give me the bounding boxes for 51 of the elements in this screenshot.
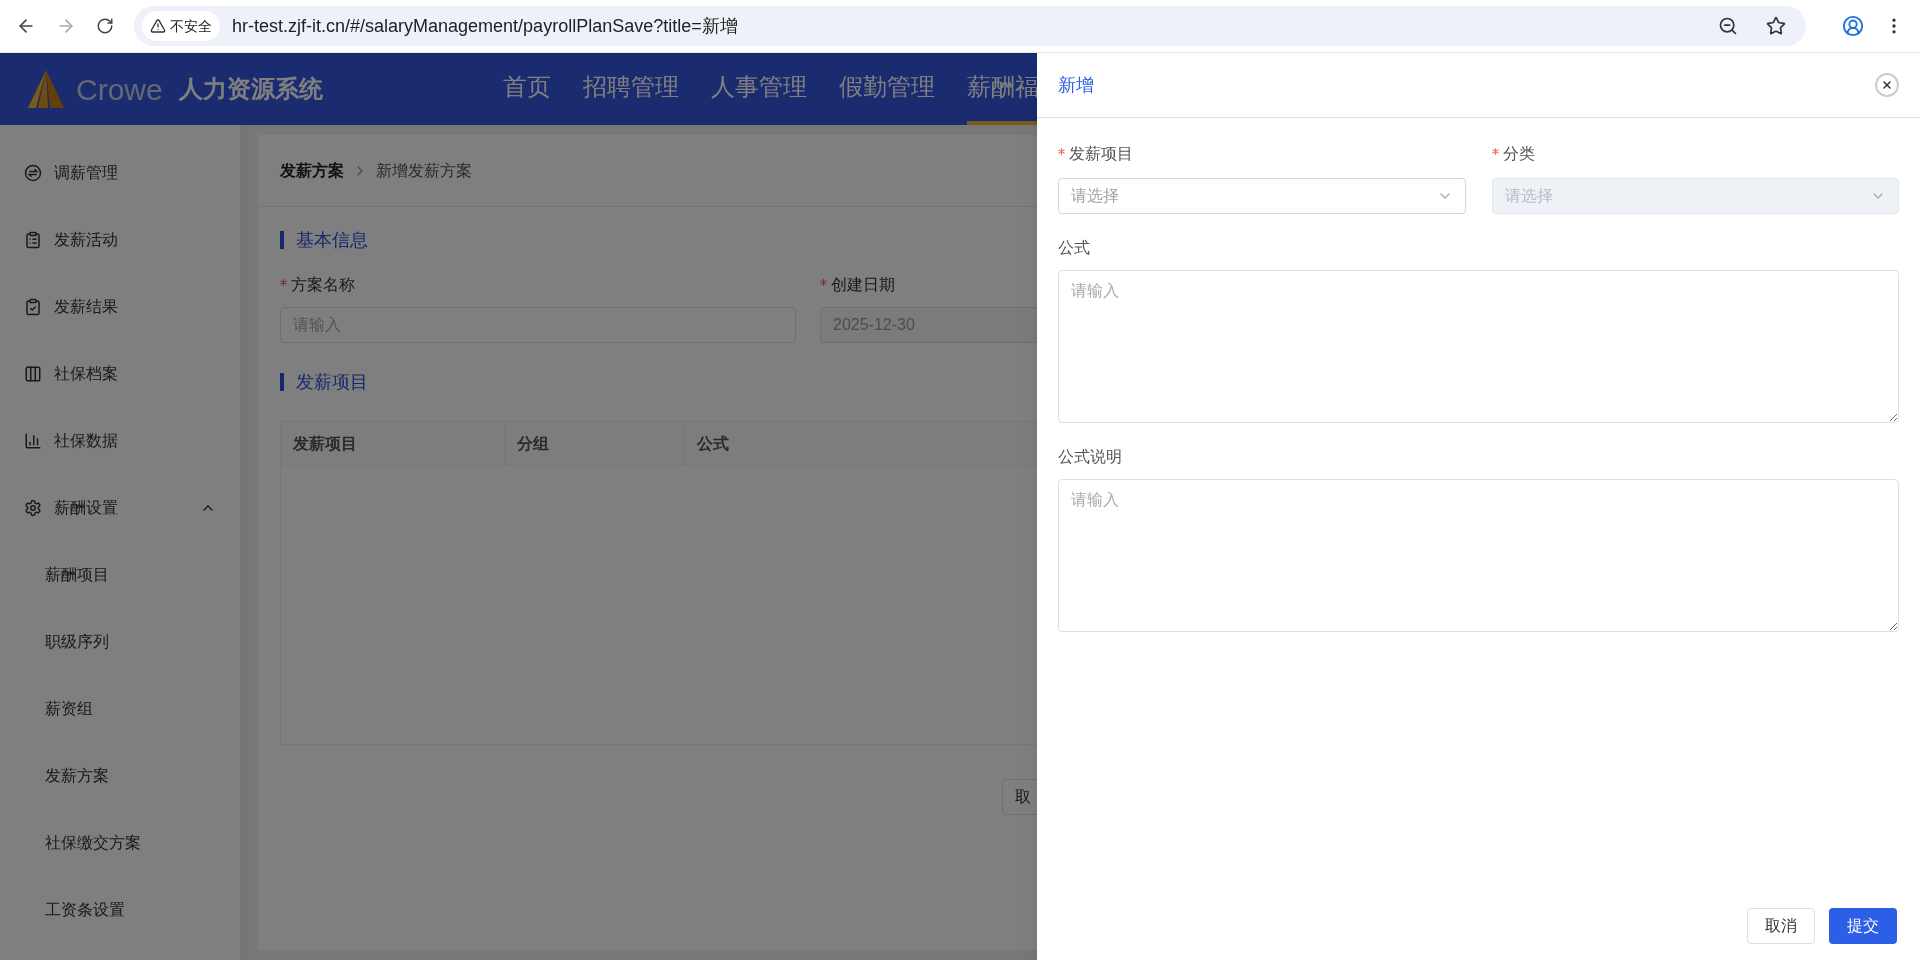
- select-field[interactable]: 请选择: [1058, 178, 1466, 214]
- column-header: 公式: [696, 433, 730, 454]
- brand-name: Crowe: [76, 71, 163, 108]
- breadcrumb-link[interactable]: 发薪方案: [280, 158, 344, 183]
- text-area[interactable]: 请输入: [1058, 479, 1899, 632]
- bar-chart-icon: [24, 431, 42, 450]
- nav-tab[interactable]: 首页: [502, 53, 551, 125]
- close-button[interactable]: [1875, 73, 1899, 97]
- sidebar-item[interactable]: 薪酬设置: [0, 474, 240, 541]
- column-header: 分组: [505, 422, 685, 465]
- security-label: 不安全: [170, 16, 212, 36]
- address-bar[interactable]: 不安全 hr-test.zjf-it.cn/#/salaryManagement/payrollPlanSave?title=新增: [134, 6, 1806, 46]
- breadcrumb-current: 新增发薪方案: [376, 160, 472, 181]
- text-area[interactable]: 请输入: [1058, 270, 1899, 423]
- clipboard-list-icon: [24, 230, 42, 249]
- nav-tab[interactable]: 假勤管理: [838, 53, 935, 125]
- sidebar-subitem[interactable]: 工资条设置: [0, 876, 240, 943]
- columns-icon: [24, 364, 42, 383]
- field-label: 发薪项目: [1069, 144, 1133, 164]
- swap-circle-icon: [24, 163, 42, 182]
- close-icon: [1881, 79, 1893, 91]
- field-label: 公式说明: [1058, 448, 1122, 465]
- gear-icon: [24, 498, 42, 517]
- submit-button[interactable]: 提交: [1829, 908, 1897, 944]
- field-label: 创建日期: [831, 275, 895, 295]
- warning-icon: [150, 18, 166, 34]
- star-icon[interactable]: [1766, 16, 1786, 36]
- url-text: hr-test.zjf-it.cn/#/salaryManagement/payrollPlanSave?title=新增: [232, 14, 739, 38]
- field-label: 分类: [1502, 144, 1535, 164]
- nav-tab[interactable]: 招聘管理: [582, 53, 679, 125]
- sidebar-subitem[interactable]: 职级序列: [0, 608, 240, 675]
- sidebar-item[interactable]: 调薪管理: [0, 139, 240, 206]
- field-label: 方案名称: [291, 275, 355, 295]
- sidebar-item[interactable]: 社保数据: [0, 407, 240, 474]
- cancel-button[interactable]: 取消: [1747, 908, 1815, 944]
- nav-tab[interactable]: 人事管理: [710, 53, 807, 125]
- sidebar-item[interactable]: 发薪结果: [0, 273, 240, 340]
- system-name: 人力资源系统: [178, 74, 323, 104]
- sidebar-subitem[interactable]: 发薪方案: [0, 742, 240, 809]
- clipboard-check-icon: [24, 297, 42, 316]
- zoom-icon[interactable]: [1718, 16, 1738, 36]
- sidebar-subitem[interactable]: 社保缴交方案: [0, 809, 240, 876]
- profile-icon[interactable]: [1842, 15, 1864, 37]
- drawer-title: 新增: [1058, 73, 1095, 97]
- reload-icon[interactable]: [96, 17, 114, 35]
- sidebar-subitem[interactable]: 薪资组: [0, 675, 240, 742]
- sidebar-subitem[interactable]: 薪酬项目: [0, 541, 240, 608]
- column-header: 发薪项目: [281, 422, 505, 465]
- sidebar-item[interactable]: 发薪活动: [0, 206, 240, 273]
- sidebar-item[interactable]: 社保档案: [0, 340, 240, 407]
- security-chip[interactable]: 不安全: [142, 11, 220, 41]
